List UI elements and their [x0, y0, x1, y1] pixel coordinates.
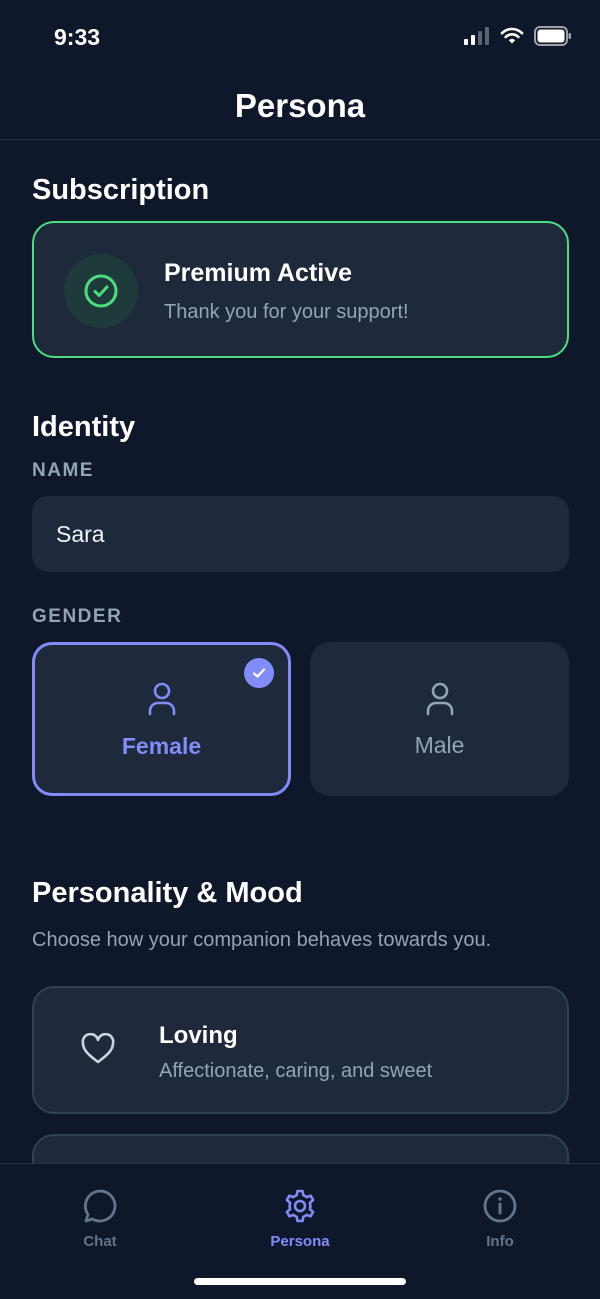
- gender-option-label: Male: [414, 732, 465, 758]
- info-icon: [483, 1189, 517, 1223]
- premium-title: Premium Active: [164, 259, 353, 287]
- name-label: NAME: [32, 460, 94, 481]
- gender-option-female[interactable]: Female: [32, 642, 291, 796]
- wifi-icon: [500, 27, 524, 44]
- status-bar: 9:33: [0, 0, 600, 78]
- battery-icon: [534, 26, 571, 46]
- heart-icon: [81, 1033, 115, 1064]
- status-time: 9:33: [54, 24, 101, 50]
- person-icon: [426, 682, 453, 716]
- cellular-signal-icon: [464, 27, 489, 45]
- chat-bubble-icon: [83, 1189, 117, 1223]
- status-icons: [464, 26, 572, 46]
- selected-check-badge: [244, 658, 274, 688]
- gear-icon: [285, 1189, 315, 1223]
- tab-chat[interactable]: Chat: [40, 1188, 160, 1250]
- name-input[interactable]: [32, 496, 569, 572]
- person-icon: [148, 682, 175, 716]
- check-icon: [252, 668, 266, 678]
- personality-description: Choose how your companion behaves toward…: [32, 929, 492, 951]
- mood-option-subtitle: Affectionate, caring, and sweet: [159, 1060, 433, 1082]
- gender-option-male[interactable]: Male: [310, 642, 569, 796]
- tab-label: Chat: [83, 1233, 117, 1250]
- tab-info[interactable]: Info: [440, 1188, 560, 1250]
- personality-section-title: Personality & Mood: [32, 877, 303, 909]
- navigation-bar: Persona: [0, 78, 600, 140]
- tab-label: Persona: [270, 1233, 330, 1250]
- premium-subtitle: Thank you for your support!: [164, 301, 409, 323]
- gender-option-label: Female: [121, 733, 202, 759]
- tab-label: Info: [486, 1233, 514, 1250]
- check-circle-icon: [84, 274, 118, 308]
- gender-label: GENDER: [32, 606, 123, 627]
- page-title: Persona: [234, 87, 366, 124]
- mood-option-loving[interactable]: Loving Affectionate, caring, and sweet: [32, 986, 569, 1114]
- settings-scroll-view[interactable]: Subscription Premium Active Thank you fo…: [0, 141, 600, 1163]
- premium-badge: [64, 254, 138, 328]
- mood-option-next[interactable]: [32, 1134, 569, 1163]
- tab-persona[interactable]: Persona: [240, 1188, 360, 1250]
- home-indicator: [194, 1278, 406, 1285]
- mood-option-title: Loving: [159, 1022, 238, 1049]
- identity-section-title: Identity: [32, 411, 136, 443]
- premium-status-card: Premium Active Thank you for your suppor…: [32, 221, 569, 358]
- subscription-section-title: Subscription: [32, 174, 210, 206]
